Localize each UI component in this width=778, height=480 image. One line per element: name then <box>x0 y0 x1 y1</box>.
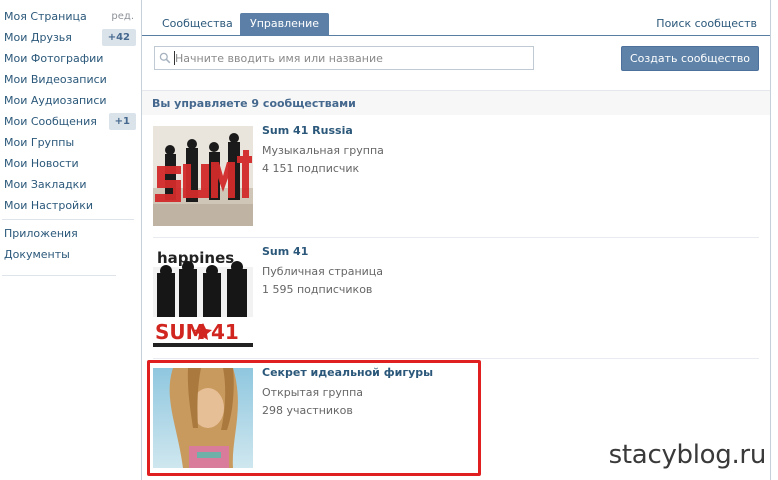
section-header: Вы управляете 9 сообществами <box>142 90 770 115</box>
friends-count-badge[interactable]: +42 <box>101 29 136 46</box>
svg-text:41: 41 <box>211 320 239 344</box>
sidebar-item-label: Приложения <box>4 227 78 240</box>
tab-communities[interactable]: Сообщества <box>152 13 243 35</box>
group-members-count: 4 151 подписчик <box>262 162 360 175</box>
main-panel: Сообщества Управление Поиск сообществ Со… <box>141 0 771 480</box>
svg-text:happines: happines <box>157 249 234 267</box>
sidebar-item-photos[interactable]: Мои Фотографии <box>0 48 136 69</box>
sidebar-item-settings[interactable]: Мои Настройки <box>0 195 136 216</box>
sidebar-item-documents[interactable]: Документы <box>0 244 136 265</box>
group-name-link[interactable]: Sum 41 <box>262 245 308 258</box>
list-item: happines SUM 41 Sum 41 Публичная страниц… <box>142 237 770 357</box>
group-type: Публичная страница <box>262 265 384 278</box>
sidebar-item-groups[interactable]: Мои Группы <box>0 132 136 153</box>
sidebar-item-label: Мои Сообщения <box>4 115 97 128</box>
sidebar-item-label: Мои Закладки <box>4 178 87 191</box>
sidebar-item-apps[interactable]: Приложения <box>0 223 136 244</box>
sidebar-item-label: Мои Настройки <box>4 199 93 212</box>
messages-count-badge[interactable]: +1 <box>108 113 136 130</box>
sidebar-item-news[interactable]: Мои Новости <box>0 153 136 174</box>
sidebar-item-label: Мои Видеозаписи <box>4 73 107 86</box>
sidebar-item-label: Моя Страница <box>4 10 87 23</box>
group-members-count: 1 595 подписчиков <box>262 283 373 296</box>
group-name-link[interactable]: Секрет идеальной фигуры <box>262 366 433 379</box>
search-field[interactable] <box>154 46 534 70</box>
group-avatar[interactable] <box>153 368 253 468</box>
list-item: Sum 41 Russia Музыкальная группа 4 151 п… <box>142 116 770 236</box>
sidebar-item-messages[interactable]: Мои Сообщения +1 <box>0 111 136 132</box>
sidebar-item-label: Документы <box>4 248 70 261</box>
edit-link[interactable]: ред. <box>111 6 134 27</box>
sidebar-item-audio[interactable]: Мои Аудиозаписи <box>0 90 136 111</box>
tabs-bar: Сообщества Управление Поиск сообществ <box>142 0 770 36</box>
tab-management[interactable]: Управление <box>240 13 330 35</box>
magnifier-icon <box>159 52 171 64</box>
sidebar-item-bookmarks[interactable]: Мои Закладки <box>0 174 136 195</box>
group-members-count: 298 участников <box>262 404 353 417</box>
group-avatar[interactable]: happines SUM 41 <box>153 247 253 347</box>
sidebar-item-label: Мои Аудиозаписи <box>4 94 107 107</box>
sidebar-item-label: Мои Фотографии <box>4 52 104 65</box>
group-name-link[interactable]: Sum 41 Russia <box>262 124 353 137</box>
group-avatar[interactable] <box>153 126 253 226</box>
search-input[interactable] <box>175 50 525 66</box>
sidebar-divider <box>2 219 134 220</box>
left-sidebar: Моя Страница ред. Мои Друзья +42 Мои Фот… <box>0 0 136 480</box>
section-title: Вы управляете 9 сообществами <box>152 97 356 110</box>
search-communities-link[interactable]: Поиск сообществ <box>656 13 757 35</box>
sidebar-item-my-page[interactable]: Моя Страница ред. <box>0 6 136 27</box>
watermark-text: stacyblog.ru <box>608 440 767 470</box>
create-community-button[interactable]: Создать сообщество <box>621 46 759 71</box>
sidebar-item-label: Мои Друзья <box>4 31 72 44</box>
sidebar-item-label: Мои Группы <box>4 136 75 149</box>
sidebar-item-label: Мои Новости <box>4 157 79 170</box>
group-type: Открытая группа <box>262 386 364 399</box>
group-type: Музыкальная группа <box>262 144 384 157</box>
sidebar-item-friends[interactable]: Мои Друзья +42 <box>0 27 136 48</box>
sidebar-divider <box>2 275 116 276</box>
sidebar-item-videos[interactable]: Мои Видеозаписи <box>0 69 136 90</box>
